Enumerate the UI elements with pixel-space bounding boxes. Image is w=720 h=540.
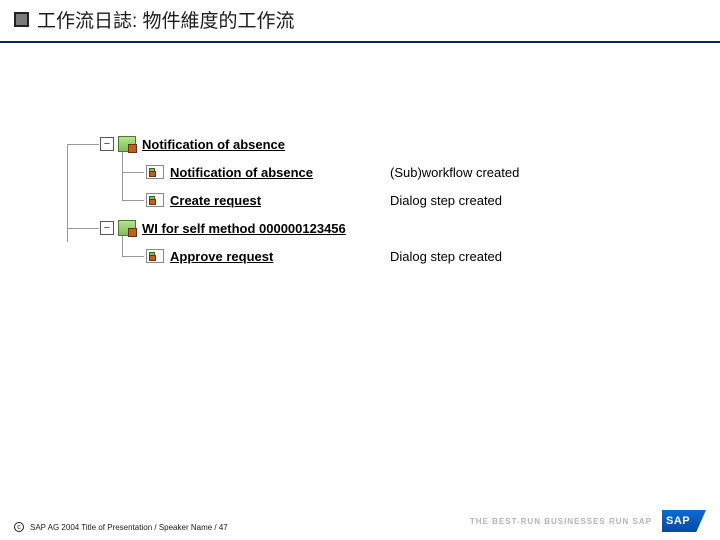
step-icon [146, 193, 164, 207]
tree-node-workflow[interactable]: − WI for self method 000000123456 [60, 214, 700, 242]
footer: c SAP AG 2004 Title of Presentation / Sp… [14, 510, 706, 532]
tree-node-step[interactable]: Approve request Dialog step created [60, 242, 700, 270]
title-bar: 工作流日誌: 物件維度的工作流 [0, 0, 720, 43]
title-bullet-icon [14, 12, 29, 27]
collapse-icon[interactable]: − [100, 221, 114, 235]
node-status: Dialog step created [390, 249, 502, 264]
sap-logo-icon: SAP [662, 510, 706, 532]
footer-tagline: THE BEST-RUN BUSINESSES RUN SAP [470, 517, 652, 526]
tree-node-step[interactable]: Notification of absence (Sub)workflow cr… [60, 158, 700, 186]
workflow-icon [118, 136, 136, 152]
copyright-icon: c [14, 522, 24, 532]
step-icon [146, 165, 164, 179]
workflow-tree: − Notification of absence Notification o… [60, 130, 700, 270]
node-label: WI for self method 000000123456 [142, 221, 346, 236]
page-title: 工作流日誌: 物件維度的工作流 [37, 6, 295, 33]
node-status: (Sub)workflow created [390, 165, 519, 180]
node-label: Create request [170, 193, 261, 208]
node-status: Dialog step created [390, 193, 502, 208]
workflow-icon [118, 220, 136, 236]
collapse-icon[interactable]: − [100, 137, 114, 151]
node-label: Notification of absence [142, 137, 285, 152]
node-label: Notification of absence [170, 165, 313, 180]
footer-copyright: c SAP AG 2004 Title of Presentation / Sp… [14, 522, 228, 532]
footer-text: SAP AG 2004 Title of Presentation / Spea… [30, 523, 228, 532]
tree-node-workflow[interactable]: − Notification of absence [60, 130, 700, 158]
sap-logo-text: SAP [666, 515, 690, 527]
node-label: Approve request [170, 249, 273, 264]
tree-node-step[interactable]: Create request Dialog step created [60, 186, 700, 214]
step-icon [146, 249, 164, 263]
